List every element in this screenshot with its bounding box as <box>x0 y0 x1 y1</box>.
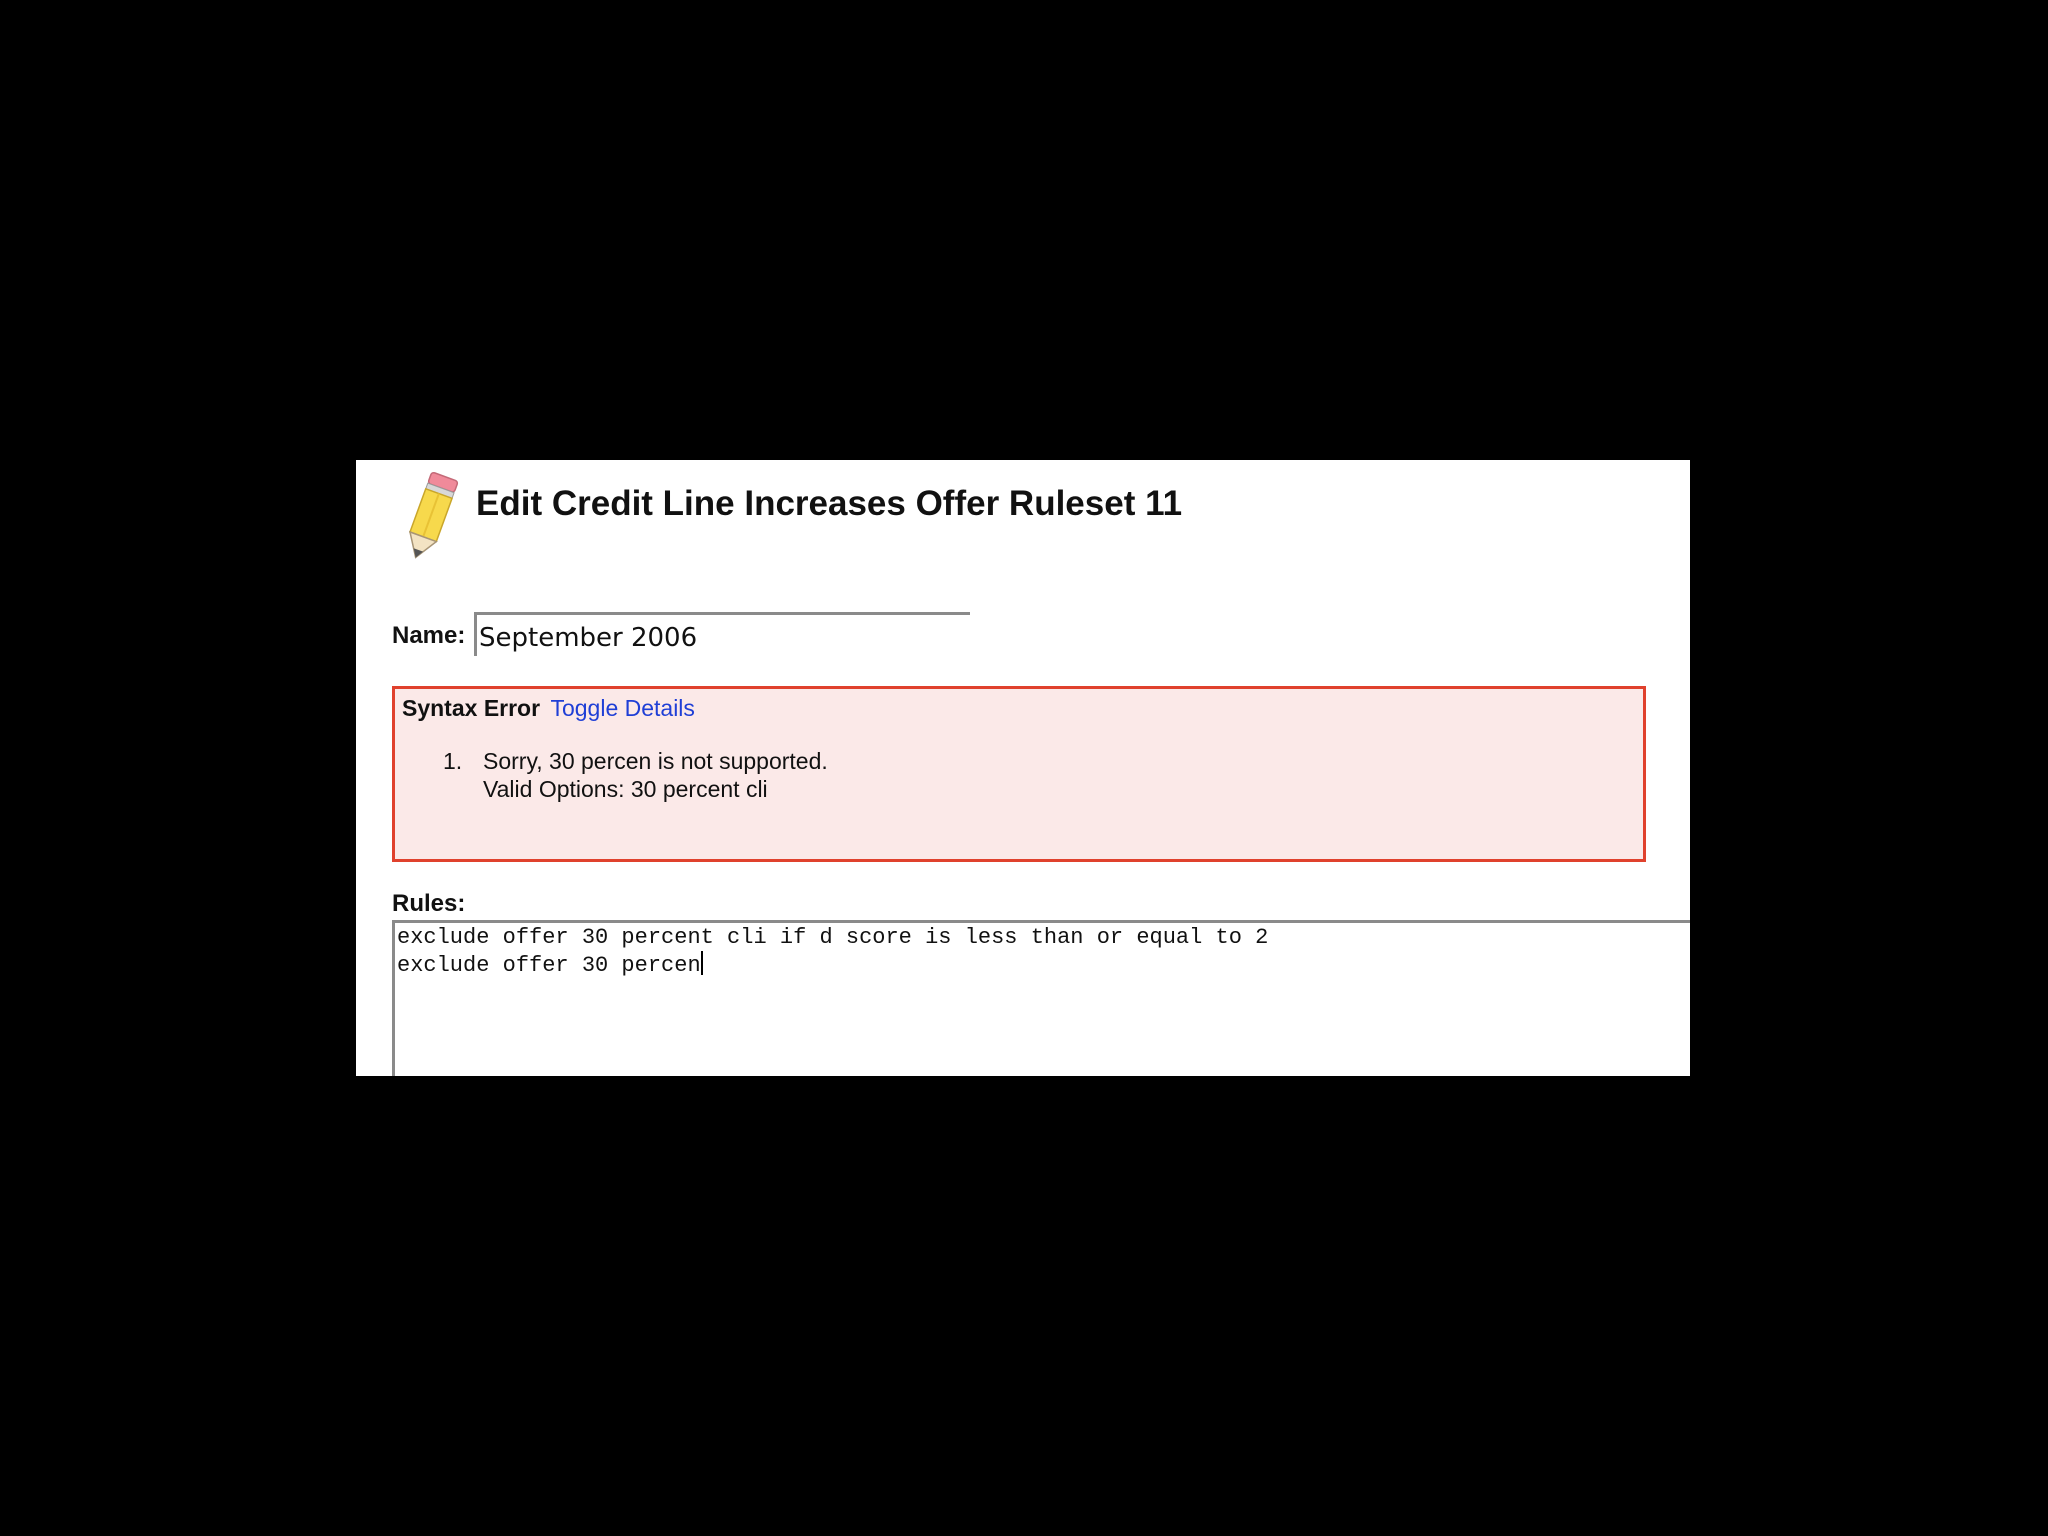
toggle-details-link[interactable]: Toggle Details <box>550 695 694 721</box>
rule-line: exclude offer 30 percent cli if d score … <box>397 925 1269 950</box>
name-input[interactable] <box>474 612 970 656</box>
syntax-error-box: Syntax Error Toggle Details 1. Sorry, 30… <box>392 686 1646 862</box>
ruleset-editor-panel: Edit Credit Line Increases Offer Ruleset… <box>356 460 1690 1076</box>
rule-line-active: exclude offer 30 percen <box>397 951 1690 978</box>
error-title: Syntax Error <box>402 695 541 721</box>
pencil-icon <box>408 471 459 559</box>
error-item-valid-options: Valid Options: 30 percent cli <box>483 776 768 802</box>
error-header: Syntax Error Toggle Details <box>402 695 695 722</box>
rules-label: Rules: <box>392 890 466 917</box>
error-item-number: 1. <box>443 748 463 774</box>
page-title: Edit Credit Line Increases Offer Ruleset… <box>476 484 1183 523</box>
text-caret <box>700 951 703 975</box>
rule-line-text: exclude offer 30 percen <box>397 953 701 978</box>
error-item-message: Sorry, 30 percen is not supported. <box>483 748 828 774</box>
rules-textarea[interactable]: exclude offer 30 percent cli if d score … <box>392 920 1690 1076</box>
name-label: Name: <box>392 622 466 649</box>
